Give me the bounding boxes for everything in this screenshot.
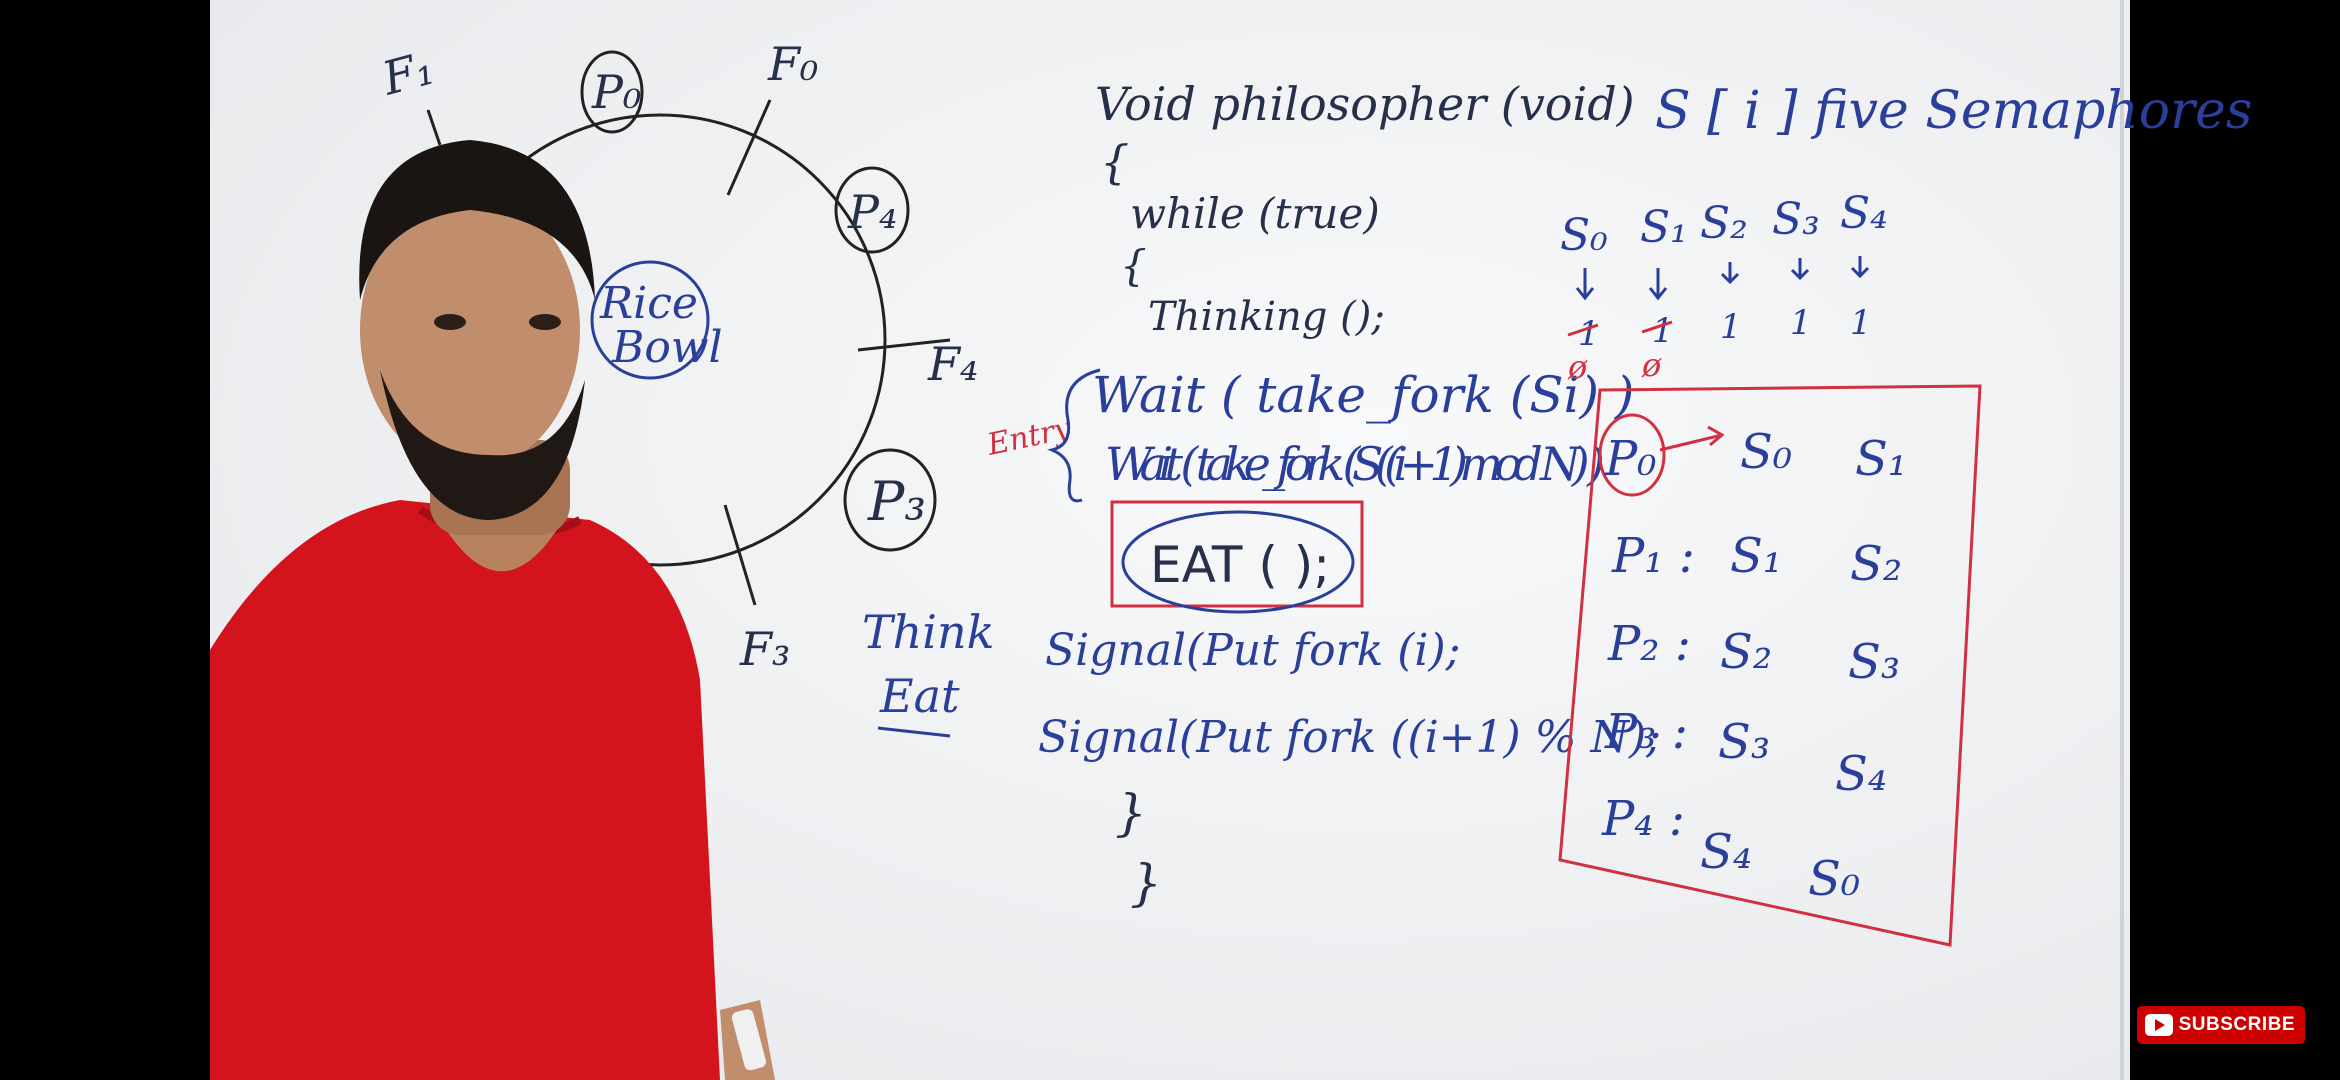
table-row-2-right: S₃ bbox=[1848, 634, 1900, 690]
rice-bowl-line2: Bowl bbox=[611, 322, 723, 373]
semaphore-value-s4: 1 bbox=[1850, 303, 1872, 343]
think-label: Think bbox=[862, 605, 995, 659]
code-brace-open: { bbox=[1100, 135, 1129, 189]
fork-label-f0: F₀ bbox=[767, 37, 818, 91]
semaphore-value-s2: 1 bbox=[1720, 307, 1742, 347]
semaphore-s0: S₀ bbox=[1560, 210, 1608, 261]
fork-label-f3: F₃ bbox=[739, 622, 790, 676]
table-row-0-right: S₁ bbox=[1855, 431, 1907, 487]
table-row-0-left: S₀ bbox=[1740, 424, 1792, 480]
code-thinking: Thinking (); bbox=[1148, 294, 1385, 340]
code-signature: Void philosopher (void) bbox=[1095, 77, 1635, 131]
table-row-2-philosopher: P₂ : bbox=[1607, 616, 1691, 672]
semaphore-value-s1: 1 bbox=[1652, 311, 1674, 351]
philosopher-label-p3: P₃ bbox=[867, 470, 926, 533]
table-row-3-right: S₄ bbox=[1835, 746, 1887, 802]
semaphore-s2: S₂ bbox=[1700, 198, 1748, 249]
semaphore-value-s3: 1 bbox=[1790, 303, 1812, 343]
code-eat: EAT ( ); bbox=[1150, 536, 1330, 594]
video-frame[interactable]: F₁ P₀ F₀ P₄ F₄ P₃ F₃ Rice Bowl Think Eat… bbox=[0, 0, 2340, 1080]
code-brace-open2: { bbox=[1120, 241, 1147, 290]
philosopher-label-p0: P₀ bbox=[591, 65, 641, 119]
code-wait-1: Wait ( take_fork (Si) ) bbox=[1092, 366, 1634, 424]
code-signal-1: Signal(Put fork (i); bbox=[1045, 625, 1461, 676]
code-wait-2: Wait ( take_fork (S((i+1)mod N) ) bbox=[1105, 437, 1605, 491]
subscribe-label: SUBSCRIBE bbox=[2178, 1014, 2295, 1035]
philosopher-label-p4: P₄ bbox=[847, 185, 897, 239]
table-row-4-philosopher: P₄ : bbox=[1601, 791, 1685, 847]
code-while: while (true) bbox=[1130, 189, 1380, 238]
table-row-3-left: S₃ bbox=[1718, 714, 1770, 770]
semaphore-s4: S₄ bbox=[1840, 188, 1888, 239]
code-brace-close-2: } bbox=[1130, 854, 1162, 912]
table-row-1-left: S₁ bbox=[1730, 528, 1782, 584]
table-row-2-left: S₂ bbox=[1720, 624, 1772, 680]
fork-label-f4: F₄ bbox=[927, 337, 978, 391]
table-row-4-right: S₀ bbox=[1808, 851, 1860, 907]
eat-label: Eat bbox=[879, 669, 960, 723]
table-row-3-philosopher: P₃ : bbox=[1604, 704, 1688, 760]
table-row-4-left: S₄ bbox=[1700, 824, 1752, 880]
code-brace-close-1: } bbox=[1115, 784, 1147, 842]
table-row-1-right: S₂ bbox=[1850, 536, 1902, 592]
table-row-1-philosopher: P₁ : bbox=[1611, 528, 1695, 584]
table-row-0-philosopher: P₀ bbox=[1604, 431, 1657, 487]
semaphore-s3: S₃ bbox=[1772, 194, 1820, 245]
youtube-play-icon bbox=[2144, 1014, 2173, 1036]
semaphore-s1: S₁ bbox=[1640, 202, 1688, 253]
semaphore-zero-s0: ø bbox=[1567, 348, 1588, 386]
semaphore-title: S [ i ] five Semaphores bbox=[1655, 81, 2252, 141]
subscribe-button[interactable]: SUBSCRIBE bbox=[2136, 1006, 2305, 1044]
semaphore-zero-s1: ø bbox=[1641, 346, 1662, 384]
